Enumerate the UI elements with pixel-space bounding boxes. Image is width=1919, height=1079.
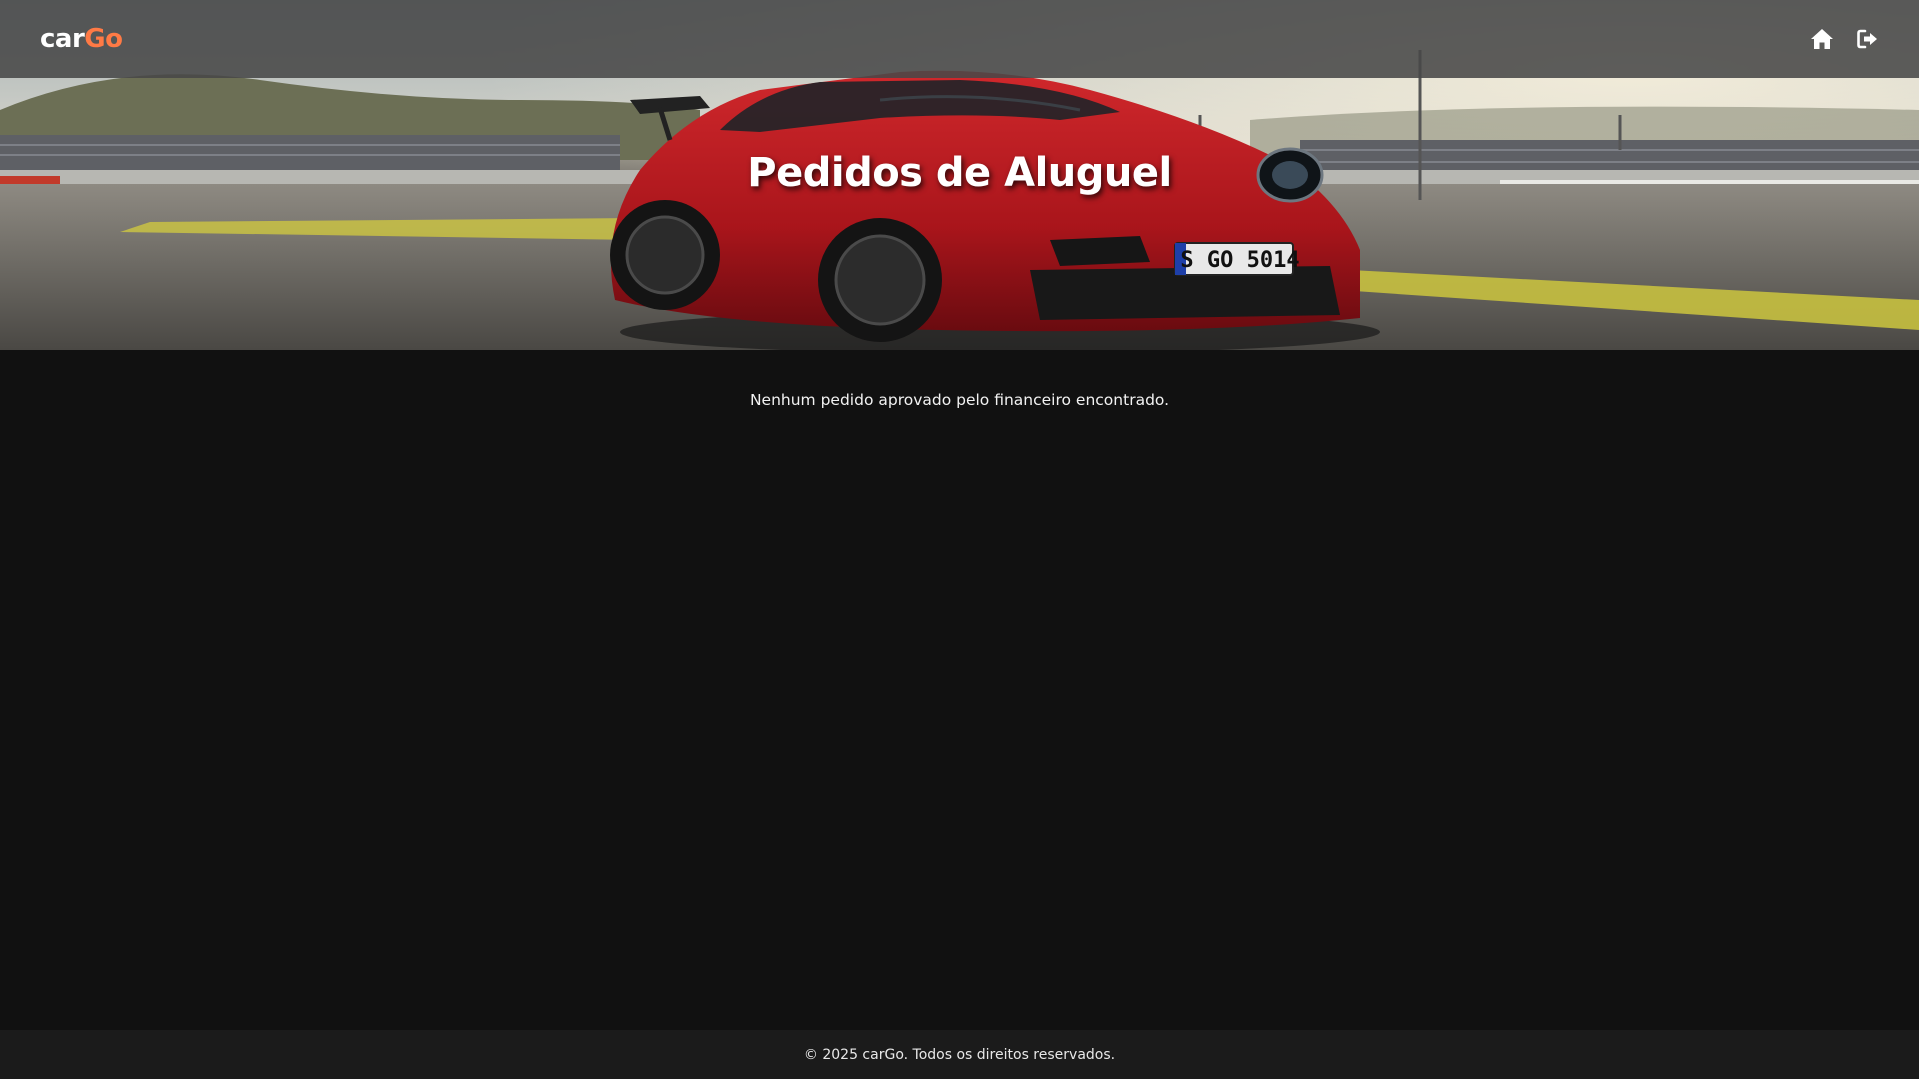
brand-logo[interactable]: car Go (40, 24, 123, 54)
footer-copyright: © 2025 carGo. Todos os direitos reservad… (803, 1046, 1116, 1063)
page: S GO 5014 car Go Pedidos de Aluguel Nenh… (0, 0, 1919, 1079)
home-button[interactable] (1809, 26, 1835, 52)
brand-logo-part-go: Go (84, 24, 123, 54)
logout-icon (1857, 29, 1877, 49)
license-plate-text: S GO 5014 (1180, 248, 1299, 273)
empty-state-message: Nenhum pedido aprovado pelo financeiro e… (749, 391, 1170, 409)
main-content: Nenhum pedido aprovado pelo financeiro e… (0, 350, 1919, 1030)
footer: © 2025 carGo. Todos os direitos reservad… (0, 1030, 1919, 1079)
logout-button[interactable] (1855, 26, 1881, 52)
page-title: Pedidos de Aluguel (747, 150, 1172, 196)
nav-icons (1809, 26, 1881, 52)
home-icon (1811, 29, 1833, 49)
brand-logo-part-car: car (40, 24, 85, 54)
top-navbar: car Go (0, 0, 1919, 78)
